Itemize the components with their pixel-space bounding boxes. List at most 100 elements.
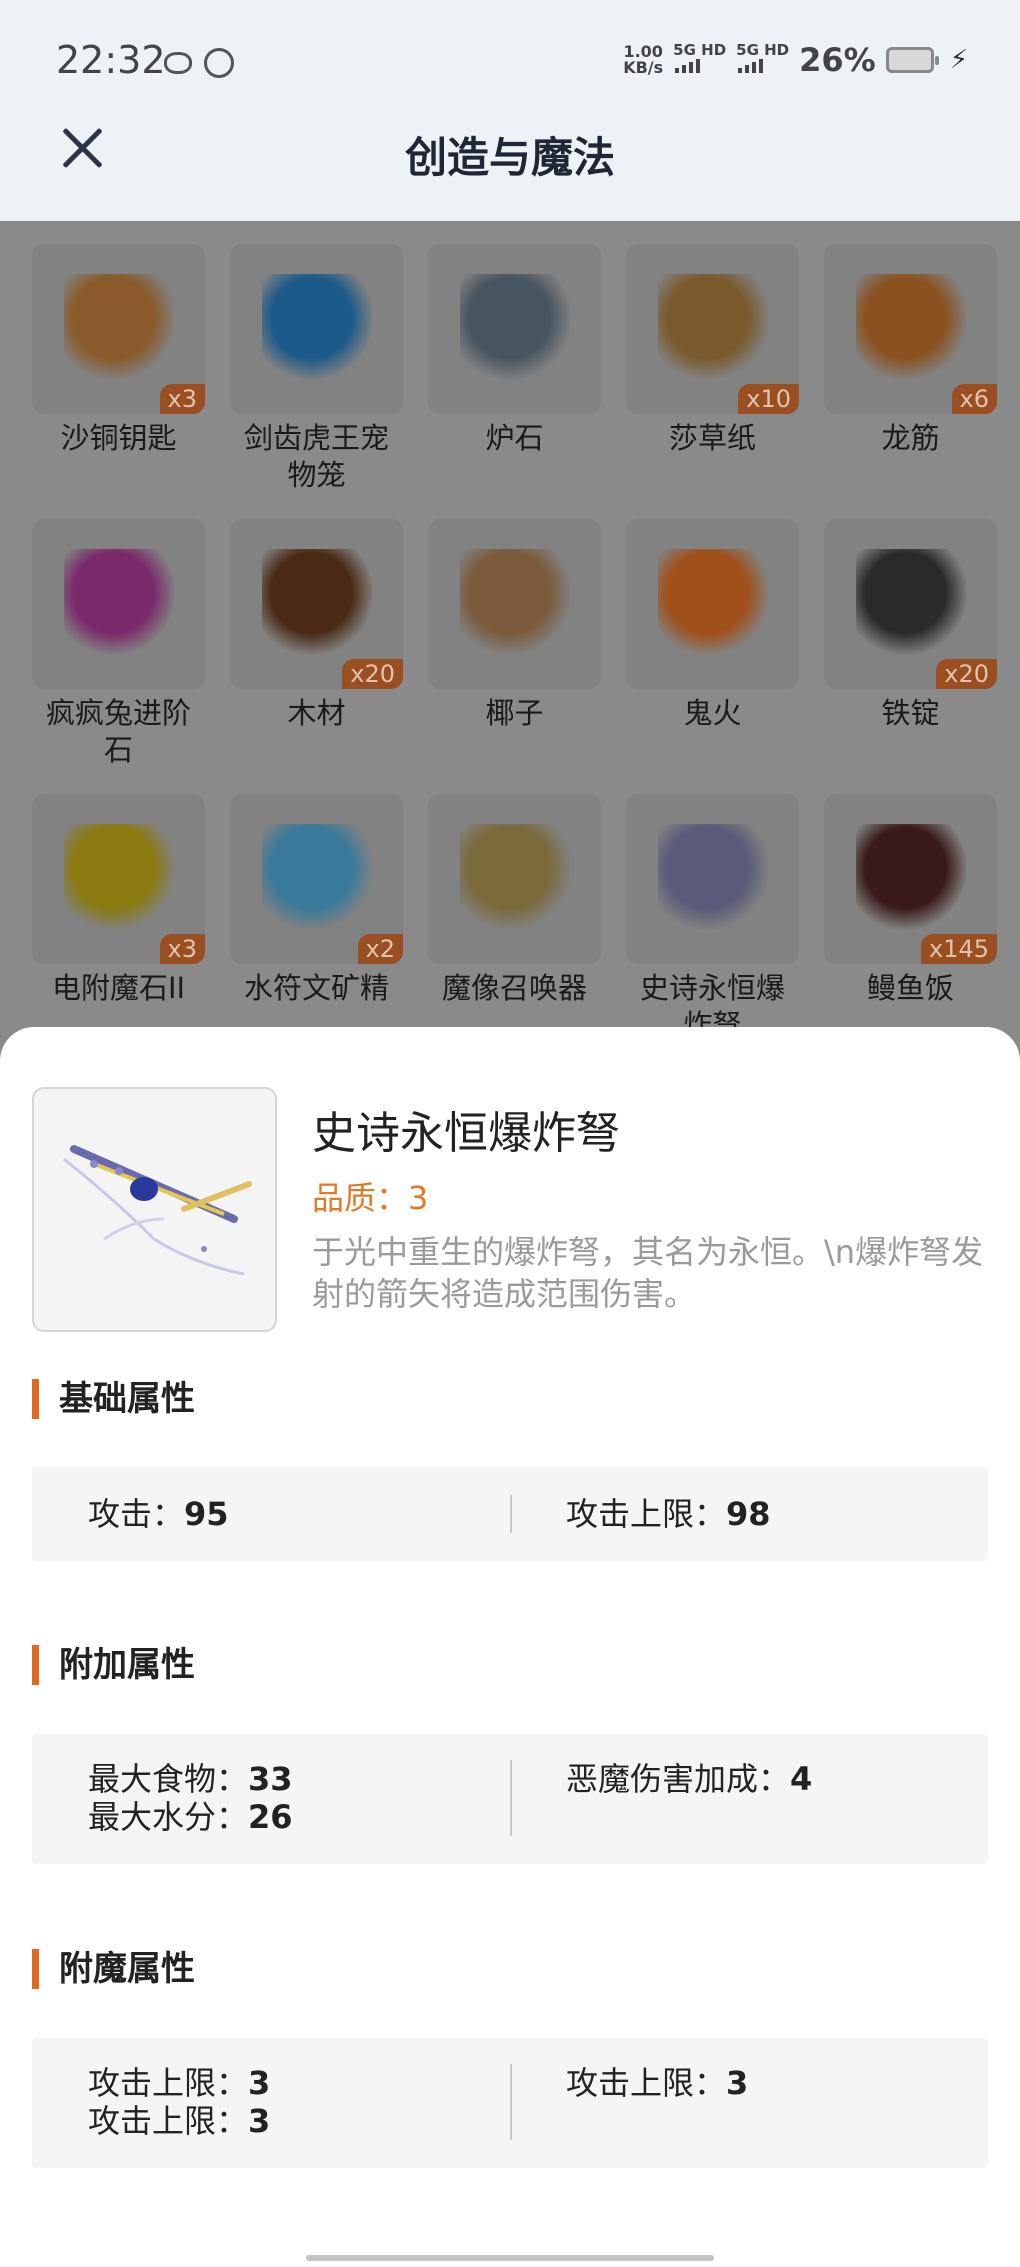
item-name: 木材 bbox=[287, 696, 346, 730]
fire-icon bbox=[657, 549, 768, 659]
item-tile[interactable] bbox=[428, 244, 601, 414]
panel-enchant: 攻击上限：3 攻击上限：3 攻击上限：3 bbox=[32, 2038, 988, 2168]
attr-value: 26 bbox=[248, 1798, 293, 1836]
attr-row: 攻击：95 bbox=[88, 1495, 229, 1533]
item-tile[interactable]: x2 bbox=[230, 794, 403, 964]
attr-row: 攻击上限：98 bbox=[566, 1495, 771, 1533]
net-speed-unit: KB/s bbox=[623, 58, 664, 77]
quantity-badge: x6 bbox=[951, 384, 997, 414]
attr-row: 最大水分：26 bbox=[88, 1798, 293, 1836]
extra-right: 恶魔伤害加成：4 bbox=[566, 1760, 812, 1798]
iron-ingot-icon bbox=[855, 549, 966, 659]
extra-left: 最大食物：33 最大水分：26 bbox=[88, 1760, 293, 1836]
signal-icon bbox=[738, 59, 764, 73]
item-name: 椰子 bbox=[485, 696, 544, 730]
rice-bowl-icon bbox=[855, 824, 966, 934]
net-speed: 1.00 KB/s bbox=[623, 44, 663, 76]
item-tile[interactable]: x20 bbox=[230, 519, 403, 689]
item-name: 莎草纸 bbox=[668, 421, 756, 455]
gem-icon bbox=[63, 549, 174, 659]
grid-item[interactable]: x10 莎草纸 bbox=[626, 244, 799, 519]
item-name: 龙筋 bbox=[881, 421, 940, 455]
item-name: 鬼火 bbox=[683, 696, 742, 730]
attr-label: 攻击上限： bbox=[566, 1495, 727, 1533]
signal-icon bbox=[675, 59, 701, 73]
item-tile[interactable] bbox=[626, 794, 799, 964]
grid-item[interactable]: 疯疯兔进阶石 bbox=[32, 519, 205, 794]
item-thumbnail bbox=[32, 1087, 277, 1332]
quantity-badge: x10 bbox=[738, 384, 799, 414]
attr-label: 攻击上限： bbox=[88, 2064, 249, 2102]
coconut-icon bbox=[459, 549, 570, 659]
attr-value: 33 bbox=[248, 1760, 293, 1798]
enchant-left: 攻击上限：3 攻击上限：3 bbox=[88, 2064, 270, 2140]
attr-row: 攻击上限：3 bbox=[88, 2064, 270, 2102]
sinew-icon bbox=[855, 274, 966, 384]
item-name: 炉石 bbox=[485, 421, 544, 455]
stone-icon bbox=[459, 274, 570, 384]
item-name: 铁锭 bbox=[881, 696, 940, 730]
grid-item[interactable]: x3 沙铜钥匙 bbox=[32, 244, 205, 519]
item-description: 于光中重生的爆炸弩，其名为永恒。\n爆炸弩发射的箭矢将造成范围伤害。 bbox=[312, 1233, 984, 1313]
grid-item[interactable]: 椰子 bbox=[428, 519, 601, 794]
wechat-icon bbox=[164, 52, 192, 74]
item-tile[interactable]: x3 bbox=[32, 794, 205, 964]
grid-item[interactable]: x20 木材 bbox=[230, 519, 403, 794]
home-indicator[interactable] bbox=[306, 2255, 714, 2261]
grid-item[interactable]: 鬼火 bbox=[626, 519, 799, 794]
item-name: 鳗鱼饭 bbox=[866, 971, 954, 1005]
item-tile[interactable] bbox=[428, 794, 601, 964]
pet-cage-icon bbox=[261, 274, 372, 384]
item-detail-sheet: 史诗永恒爆炸弩 品质：3 于光中重生的爆炸弩，其名为永恒。\n爆炸弩发射的箭矢将… bbox=[0, 1027, 1020, 2267]
attr-row: 恶魔伤害加成：4 bbox=[566, 1760, 812, 1798]
panel-base: 攻击：95 攻击上限：98 bbox=[32, 1467, 988, 1561]
item-tile[interactable] bbox=[428, 519, 601, 689]
summoner-icon bbox=[459, 824, 570, 934]
section-title-enchant: 附魔属性 bbox=[32, 1949, 195, 1989]
sim2-signal: 5G HD bbox=[736, 43, 789, 77]
item-quality: 品质：3 bbox=[312, 1179, 429, 1217]
item-grid: x3 沙铜钥匙 剑齿虎王宠物笼 炉石 x10 莎草纸 x6 龙筋疯疯兔进阶石 x20 木材 椰子 鬼火… bbox=[32, 244, 997, 1069]
papyrus-icon bbox=[657, 274, 768, 384]
item-tile[interactable]: x10 bbox=[626, 244, 799, 414]
quantity-badge: x3 bbox=[159, 934, 205, 964]
battery-icon bbox=[885, 47, 939, 73]
item-name: 剑齿虎王宠物笼 bbox=[243, 421, 389, 492]
item-tile[interactable] bbox=[626, 519, 799, 689]
divider bbox=[510, 2064, 512, 2140]
divider bbox=[510, 1760, 512, 1836]
section-title-base: 基础属性 bbox=[32, 1379, 195, 1419]
item-title: 史诗永恒爆炸弩 bbox=[312, 1108, 620, 1159]
grid-item[interactable]: x20 铁锭 bbox=[824, 519, 997, 794]
notification-icon bbox=[204, 48, 234, 78]
base-right: 攻击上限：98 bbox=[566, 1495, 771, 1533]
item-tile[interactable] bbox=[230, 244, 403, 414]
grid-item[interactable]: 剑齿虎王宠物笼 bbox=[230, 244, 403, 519]
status-time: 22:32 bbox=[56, 38, 166, 82]
charging-icon: ⚡ bbox=[949, 45, 968, 75]
attr-value: 4 bbox=[790, 1760, 813, 1798]
sim2-label: 5G HD bbox=[736, 41, 790, 59]
wood-icon bbox=[261, 549, 372, 659]
item-name: 魔像召唤器 bbox=[441, 971, 587, 1005]
item-tile[interactable]: x20 bbox=[824, 519, 997, 689]
item-tile[interactable]: x145 bbox=[824, 794, 997, 964]
key-icon bbox=[63, 274, 174, 384]
top-bar: 22:32 1.00 KB/s 5G HD 5G HD 26% ⚡ 创造与魔法 bbox=[0, 0, 1020, 221]
item-tile[interactable]: x3 bbox=[32, 244, 205, 414]
grid-row: x3 沙铜钥匙 剑齿虎王宠物笼 炉石 x10 莎草纸 x6 龙筋 bbox=[32, 244, 997, 519]
attr-label: 攻击上限： bbox=[566, 2064, 727, 2102]
attr-row: 攻击上限：3 bbox=[88, 2102, 270, 2140]
item-tile[interactable]: x6 bbox=[824, 244, 997, 414]
gold-stone-icon bbox=[63, 824, 174, 934]
crossbow-icon bbox=[657, 824, 768, 934]
item-tile[interactable] bbox=[32, 519, 205, 689]
quantity-badge: x20 bbox=[342, 659, 403, 689]
quantity-badge: x3 bbox=[159, 384, 205, 414]
panel-extra: 最大食物：33 最大水分：26 恶魔伤害加成：4 bbox=[32, 1734, 988, 1864]
page-title: 创造与魔法 bbox=[404, 133, 615, 182]
grid-item[interactable]: 炉石 bbox=[428, 244, 601, 519]
grid-item[interactable]: x6 龙筋 bbox=[824, 244, 997, 519]
divider bbox=[510, 1495, 512, 1533]
grid-row: 疯疯兔进阶石 x20 木材 椰子 鬼火 x20 铁锭 bbox=[32, 519, 997, 794]
